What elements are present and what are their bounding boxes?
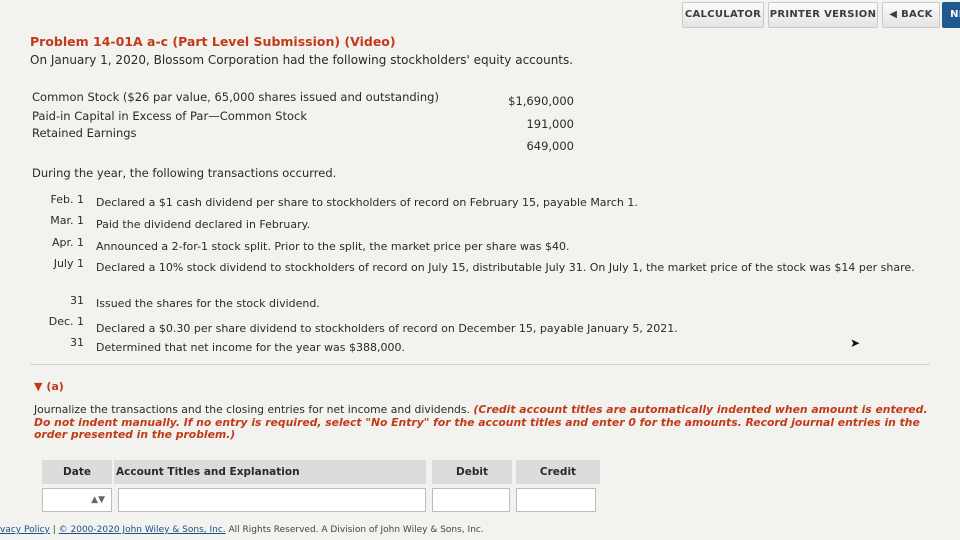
transaction-date: Feb. 1 — [50, 193, 84, 206]
back-button-label: BACK — [901, 9, 933, 20]
transaction-text: Determined that net income for the year … — [96, 341, 405, 354]
account-amount: $1,690,000 — [508, 94, 574, 108]
date-select[interactable]: ▲▼ — [42, 488, 112, 512]
account-label: Retained Earnings — [32, 126, 137, 140]
account-label: Paid-in Capital in Excess of Par—Common … — [32, 109, 307, 123]
printer-version-button[interactable]: PRINTER VERSION — [768, 2, 878, 28]
transaction-text: Declared a $1 cash dividend per share to… — [96, 196, 638, 209]
privacy-policy-link[interactable]: vacy Policy — [0, 525, 50, 535]
account-amount: 191,000 — [526, 117, 574, 131]
back-arrow-icon: ◀ — [889, 9, 898, 20]
account-title-input[interactable] — [118, 488, 426, 512]
part-a-label: (a) — [46, 380, 64, 393]
credit-input[interactable] — [516, 488, 596, 512]
problem-intro: On January 1, 2020, Blossom Corporation … — [30, 53, 574, 67]
footer-rights: All Rights Reserved. A Division of John … — [225, 525, 484, 535]
transaction-date: Mar. 1 — [50, 214, 84, 227]
back-button[interactable]: ◀ BACK — [882, 2, 940, 28]
transaction-date: Apr. 1 — [51, 236, 84, 249]
transactions-intro: During the year, the following transacti… — [32, 166, 337, 180]
mouse-cursor-icon: ➤ — [850, 336, 861, 350]
footer-separator: | — [49, 525, 59, 535]
part-a-toggle[interactable]: ▼ (a) — [34, 380, 64, 393]
debit-column-header: Debit — [432, 460, 512, 484]
account-label: Common Stock ($26 par value, 65,000 shar… — [32, 90, 439, 104]
transaction-text: Declared a $0.30 per share dividend to s… — [96, 322, 678, 335]
account-amount: 649,000 — [526, 139, 574, 153]
problem-title: Problem 14-01A a-c (Part Level Submissio… — [30, 34, 396, 49]
credit-column-header: Credit — [516, 460, 600, 484]
transaction-text: Announced a 2-for-1 stock split. Prior t… — [96, 240, 570, 253]
transaction-date: 31 — [70, 294, 84, 307]
transaction-date: Dec. 1 — [48, 315, 84, 328]
top-toolbar: CALCULATOR PRINTER VERSION ◀ BACK NE — [0, 0, 960, 30]
date-column-header: Date — [42, 460, 112, 484]
account-column-header: Account Titles and Explanation — [114, 460, 426, 484]
transaction-text: Paid the dividend declared in February. — [96, 218, 311, 231]
part-a-instructions: Journalize the transactions and the clos… — [34, 403, 934, 442]
page-footer: vacy Policy | © 2000-2020 John Wiley & S… — [0, 525, 484, 535]
debit-input[interactable] — [432, 488, 510, 512]
updown-arrow-icon: ▲▼ — [91, 495, 105, 505]
transaction-date: July 1 — [53, 257, 84, 270]
next-button[interactable]: NE — [942, 2, 960, 28]
collapse-triangle-icon: ▼ — [34, 380, 43, 393]
copyright-link[interactable]: © 2000-2020 John Wiley & Sons, Inc. — [59, 525, 226, 535]
section-divider — [30, 364, 930, 365]
transaction-text: Declared a 10% stock dividend to stockho… — [96, 261, 915, 274]
transaction-date: 31 — [70, 336, 84, 349]
calculator-button[interactable]: CALCULATOR — [682, 2, 764, 28]
transaction-text: Issued the shares for the stock dividend… — [96, 297, 320, 310]
instruction-text: Journalize the transactions and the clos… — [34, 403, 470, 416]
